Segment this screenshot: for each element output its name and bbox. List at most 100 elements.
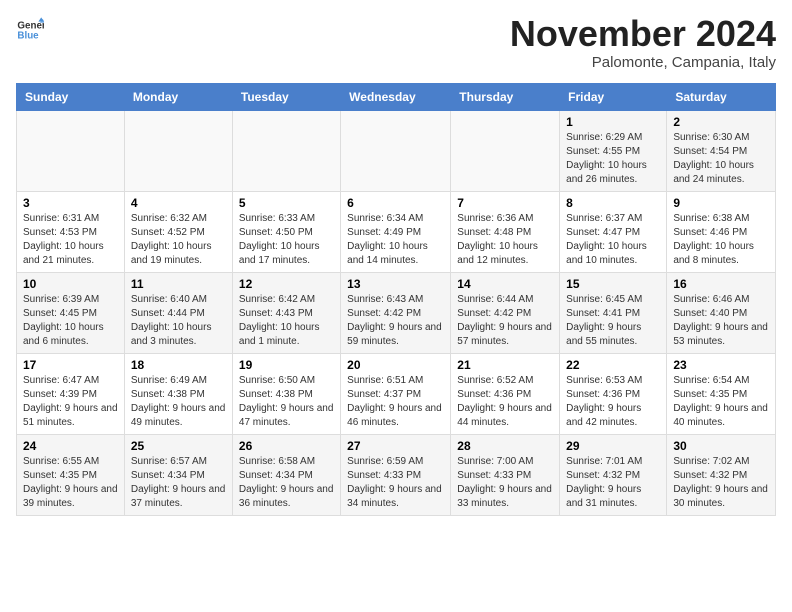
weekday-header-wednesday: Wednesday: [341, 84, 451, 111]
calendar-cell: 15Sunrise: 6:45 AM Sunset: 4:41 PM Dayli…: [560, 273, 667, 354]
day-info: Sunrise: 7:02 AM Sunset: 4:32 PM Dayligh…: [673, 455, 769, 511]
location-subtitle: Palomonte, Campania, Italy: [510, 54, 776, 71]
day-number: 26: [239, 439, 334, 453]
calendar-week-4: 17 Sunrise: 6:47 AM Sunset: 4:39 PM Dayli…: [17, 354, 776, 435]
calendar-cell: [451, 111, 560, 192]
title-area: November 2024 Palomonte, Campania, Italy: [510, 16, 776, 71]
day-number: 7: [457, 196, 553, 210]
day-number: 5: [239, 196, 334, 210]
calendar-cell: 20 Sunrise: 6:51 AM Sunset: 4:37 PM Dayli…: [341, 354, 451, 435]
day-info: Sunrise: 6:57 AM Sunset: 4:34 PM Dayligh…: [131, 455, 226, 511]
day-info: Sunrise: 6:39 AM Sunset: 4:45 PM Dayligh…: [23, 293, 118, 349]
day-number: 10: [23, 277, 118, 291]
calendar-cell: [341, 111, 451, 192]
calendar-cell: 28 Sunrise: 7:00 AM Sunset: 4:33 PM Dayli…: [451, 435, 560, 516]
calendar-cell: 30 Sunrise: 7:02 AM Sunset: 4:32 PM Dayli…: [667, 435, 776, 516]
calendar-cell: 6 Sunrise: 6:34 AM Sunset: 4:49 PM Daylig…: [341, 192, 451, 273]
calendar-cell: 11Sunrise: 6:40 AM Sunset: 4:44 PM Dayli…: [124, 273, 232, 354]
day-number: 4: [131, 196, 226, 210]
calendar-cell: 10 Sunrise: 6:39 AM Sunset: 4:45 PM Dayli…: [17, 273, 125, 354]
day-info: Sunrise: 6:46 AM Sunset: 4:40 PM Dayligh…: [673, 293, 769, 349]
day-info: Sunrise: 6:44 AM Sunset: 4:42 PM Dayligh…: [457, 293, 553, 349]
day-info: Sunrise: 6:49 AM Sunset: 4:38 PM Dayligh…: [131, 374, 226, 430]
weekday-header-row: SundayMondayTuesdayWednesdayThursdayFrid…: [17, 84, 776, 111]
day-number: 6: [347, 196, 444, 210]
calendar-cell: 3 Sunrise: 6:31 AM Sunset: 4:53 PM Daylig…: [17, 192, 125, 273]
calendar-cell: 5 Sunrise: 6:33 AM Sunset: 4:50 PM Daylig…: [232, 192, 340, 273]
day-number: 22: [566, 358, 660, 372]
calendar-cell: 2Sunrise: 6:30 AM Sunset: 4:54 PM Daylig…: [667, 111, 776, 192]
calendar-cell: 29Sunrise: 7:01 AM Sunset: 4:32 PM Dayli…: [560, 435, 667, 516]
month-title: November 2024: [510, 16, 776, 52]
day-info: Sunrise: 6:42 AM Sunset: 4:43 PM Dayligh…: [239, 293, 334, 349]
calendar-cell: 12 Sunrise: 6:42 AM Sunset: 4:43 PM Dayli…: [232, 273, 340, 354]
day-number: 8: [566, 196, 660, 210]
calendar-cell: 18 Sunrise: 6:49 AM Sunset: 4:38 PM Dayli…: [124, 354, 232, 435]
day-number: 1: [566, 115, 660, 129]
day-number: 19: [239, 358, 334, 372]
day-info: Sunrise: 6:54 AM Sunset: 4:35 PM Dayligh…: [673, 374, 769, 430]
calendar-cell: 1 Sunrise: 6:29 AM Sunset: 4:55 PM Daylig…: [560, 111, 667, 192]
weekday-header-saturday: Saturday: [667, 84, 776, 111]
day-info: Sunrise: 6:34 AM Sunset: 4:49 PM Dayligh…: [347, 212, 444, 268]
day-info: Sunrise: 6:29 AM Sunset: 4:55 PM Dayligh…: [566, 131, 660, 187]
calendar-cell: 14 Sunrise: 6:44 AM Sunset: 4:42 PM Dayli…: [451, 273, 560, 354]
calendar-cell: 9Sunrise: 6:38 AM Sunset: 4:46 PM Daylig…: [667, 192, 776, 273]
day-info: Sunrise: 6:52 AM Sunset: 4:36 PM Dayligh…: [457, 374, 553, 430]
day-number: 2: [673, 115, 769, 129]
day-info: Sunrise: 6:53 AM Sunset: 4:36 PM Dayligh…: [566, 374, 660, 430]
weekday-header-friday: Friday: [560, 84, 667, 111]
calendar-cell: [17, 111, 125, 192]
calendar-cell: 24 Sunrise: 6:55 AM Sunset: 4:35 PM Dayli…: [17, 435, 125, 516]
day-info: Sunrise: 6:37 AM Sunset: 4:47 PM Dayligh…: [566, 212, 660, 268]
calendar-cell: 21 Sunrise: 6:52 AM Sunset: 4:36 PM Dayli…: [451, 354, 560, 435]
svg-text:Blue: Blue: [17, 30, 39, 41]
calendar-cell: 8 Sunrise: 6:37 AM Sunset: 4:47 PM Daylig…: [560, 192, 667, 273]
day-info: Sunrise: 6:50 AM Sunset: 4:38 PM Dayligh…: [239, 374, 334, 430]
day-info: Sunrise: 6:32 AM Sunset: 4:52 PM Dayligh…: [131, 212, 226, 268]
day-number: 21: [457, 358, 553, 372]
day-info: Sunrise: 6:47 AM Sunset: 4:39 PM Dayligh…: [23, 374, 118, 430]
day-number: 3: [23, 196, 118, 210]
weekday-header-thursday: Thursday: [451, 84, 560, 111]
calendar-cell: [232, 111, 340, 192]
day-number: 14: [457, 277, 553, 291]
day-number: 12: [239, 277, 334, 291]
day-number: 13: [347, 277, 444, 291]
day-number: 17: [23, 358, 118, 372]
day-info: Sunrise: 6:40 AM Sunset: 4:44 PM Dayligh…: [131, 293, 226, 349]
day-number: 24: [23, 439, 118, 453]
day-info: Sunrise: 6:59 AM Sunset: 4:33 PM Dayligh…: [347, 455, 444, 511]
calendar-cell: 27Sunrise: 6:59 AM Sunset: 4:33 PM Dayli…: [341, 435, 451, 516]
day-number: 9: [673, 196, 769, 210]
day-info: Sunrise: 6:33 AM Sunset: 4:50 PM Dayligh…: [239, 212, 334, 268]
weekday-header-tuesday: Tuesday: [232, 84, 340, 111]
calendar-cell: 25 Sunrise: 6:57 AM Sunset: 4:34 PM Dayli…: [124, 435, 232, 516]
calendar-cell: 19 Sunrise: 6:50 AM Sunset: 4:38 PM Dayli…: [232, 354, 340, 435]
day-number: 23: [673, 358, 769, 372]
day-info: Sunrise: 7:00 AM Sunset: 4:33 PM Dayligh…: [457, 455, 553, 511]
calendar-cell: 23 Sunrise: 6:54 AM Sunset: 4:35 PM Dayli…: [667, 354, 776, 435]
calendar-week-5: 24 Sunrise: 6:55 AM Sunset: 4:35 PM Dayli…: [17, 435, 776, 516]
day-info: Sunrise: 6:31 AM Sunset: 4:53 PM Dayligh…: [23, 212, 118, 268]
calendar-cell: 22 Sunrise: 6:53 AM Sunset: 4:36 PM Dayli…: [560, 354, 667, 435]
day-number: 29: [566, 439, 660, 453]
day-number: 25: [131, 439, 226, 453]
calendar-cell: 16Sunrise: 6:46 AM Sunset: 4:40 PM Dayli…: [667, 273, 776, 354]
day-info: Sunrise: 6:58 AM Sunset: 4:34 PM Dayligh…: [239, 455, 334, 511]
page-header: General Blue November 2024 Palomonte, Ca…: [16, 16, 776, 71]
day-info: Sunrise: 6:51 AM Sunset: 4:37 PM Dayligh…: [347, 374, 444, 430]
day-number: 15: [566, 277, 660, 291]
day-number: 30: [673, 439, 769, 453]
calendar-cell: [124, 111, 232, 192]
day-info: Sunrise: 6:55 AM Sunset: 4:35 PM Dayligh…: [23, 455, 118, 511]
day-number: 28: [457, 439, 553, 453]
day-info: Sunrise: 6:36 AM Sunset: 4:48 PM Dayligh…: [457, 212, 553, 268]
logo: General Blue: [16, 16, 44, 44]
logo-icon: General Blue: [16, 16, 44, 44]
calendar-cell: 17 Sunrise: 6:47 AM Sunset: 4:39 PM Dayli…: [17, 354, 125, 435]
calendar-week-2: 3 Sunrise: 6:31 AM Sunset: 4:53 PM Daylig…: [17, 192, 776, 273]
day-number: 18: [131, 358, 226, 372]
day-number: 20: [347, 358, 444, 372]
calendar-cell: 26 Sunrise: 6:58 AM Sunset: 4:34 PM Dayli…: [232, 435, 340, 516]
